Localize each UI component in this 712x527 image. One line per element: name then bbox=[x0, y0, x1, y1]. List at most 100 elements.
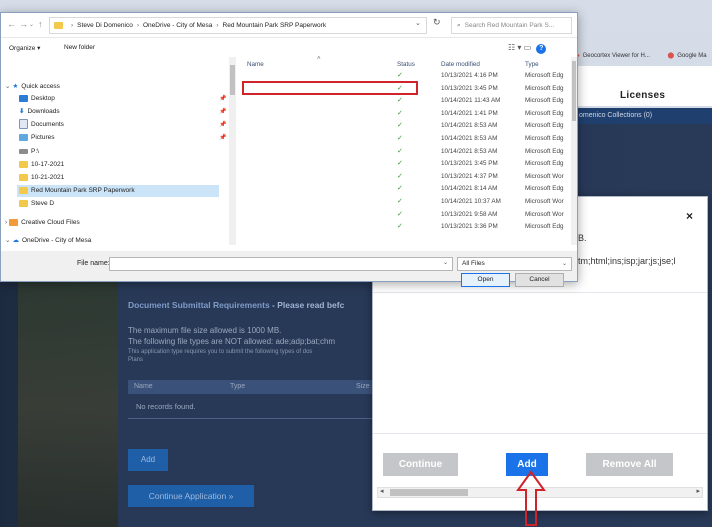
synced-check-icon: ✓ bbox=[397, 172, 403, 180]
chevron-down-icon[interactable]: ⌄ bbox=[5, 237, 10, 244]
pin-icon: 📌 bbox=[219, 122, 227, 128]
file-date: 10/14/2021 1:41 PM bbox=[441, 109, 498, 117]
nav-item-steve-d[interactable]: Steve D bbox=[19, 198, 54, 210]
breadcrumb-onedrive[interactable]: OneDrive - City of Mesa bbox=[143, 22, 212, 29]
chevron-down-icon[interactable]: ⌄ bbox=[443, 259, 448, 266]
cancel-button[interactable]: Cancel bbox=[515, 273, 564, 287]
file-type: Microsoft Wor bbox=[525, 198, 564, 205]
synced-check-icon: ✓ bbox=[397, 97, 403, 105]
file-date: 10/13/2021 3:45 PM bbox=[441, 84, 498, 92]
file-row[interactable]: PDFCustomer_Checklist✓10/13/2021 3:45 PM… bbox=[241, 159, 571, 170]
remove-all-button[interactable]: Remove All bbox=[586, 453, 673, 476]
breadcrumb-folder[interactable]: Red Mountain Park SRP Paperwork bbox=[223, 22, 327, 29]
arrow-up-icon bbox=[516, 470, 546, 526]
back-arrow-icon[interactable]: ← bbox=[7, 19, 16, 29]
nav-item-documents[interactable]: Documents bbox=[19, 119, 64, 131]
site-title[interactable]: Licenses bbox=[620, 90, 665, 101]
col-header-date-modified[interactable]: Date modified bbox=[441, 61, 480, 68]
pin-icon: 📌 bbox=[219, 96, 227, 102]
file-row[interactable]: WRed Mountain Park Expansion billing eut… bbox=[241, 197, 571, 208]
file-list-scrollbar[interactable] bbox=[571, 57, 577, 245]
up-arrow-icon[interactable]: ↑ bbox=[38, 19, 43, 29]
nav-item-10-21-2021[interactable]: 10-21-2021 bbox=[19, 172, 64, 184]
nav-item-downloads[interactable]: ⬇ Downloads bbox=[19, 106, 60, 118]
file-row[interactable]: WLoad Summary✓10/13/2021 4:37 PMMicrosof… bbox=[241, 172, 571, 183]
pin-icon: 📌 bbox=[219, 135, 227, 141]
file-type-select[interactable]: All Files ⌄ bbox=[457, 257, 572, 271]
search-icon: ⌕ bbox=[457, 22, 461, 29]
file-row[interactable]: PDFPages from CP0932_RMP Exp_90p_Electri… bbox=[241, 184, 571, 195]
sort-up-icon: ˄ bbox=[317, 55, 321, 62]
forward-arrow-icon[interactable]: → bbox=[19, 19, 28, 29]
file-date: 10/14/2021 11:43 AM bbox=[441, 97, 501, 105]
documents-icon bbox=[19, 119, 28, 130]
file-row[interactable]: WSample letter for billing authorization… bbox=[241, 210, 571, 221]
file-name-input[interactable] bbox=[109, 257, 453, 271]
pin-icon: 📌 bbox=[219, 109, 227, 115]
file-row[interactable]: PDFCP0932_RMP Exp_90p Specs_review✓10/14… bbox=[241, 121, 571, 132]
scrollbar-thumb[interactable] bbox=[230, 65, 235, 95]
nav-item-quick-access[interactable]: ⌄ ★ Quick access bbox=[5, 81, 60, 93]
bookmarks-bar: ◆Geocortex Viewer for H... ⬤Google Ma bbox=[575, 52, 712, 66]
file-row[interactable]: PDFCP0932_RMP Exp_90p_Book1_review✓10/14… bbox=[241, 134, 571, 145]
bookmark-geocortex[interactable]: ◆Geocortex Viewer for H... bbox=[575, 53, 658, 59]
highlight-annotation bbox=[242, 81, 418, 95]
file-date: 10/13/2021 4:16 PM bbox=[441, 72, 498, 79]
organize-button[interactable]: Organize ▾ bbox=[9, 44, 40, 52]
grid-col-size[interactable]: Size bbox=[356, 380, 370, 394]
file-type: Microsoft Edg bbox=[525, 223, 564, 231]
chevron-down-icon[interactable]: ⌄ bbox=[5, 83, 10, 90]
nav-item-creative-cloud[interactable]: › Creative Cloud Files bbox=[5, 217, 80, 229]
file-type: Microsoft Edg bbox=[525, 109, 564, 117]
file-type: Microsoft Edg bbox=[525, 147, 564, 155]
grid-divider bbox=[128, 418, 378, 419]
nav-pane-scrollbar[interactable] bbox=[229, 57, 236, 245]
file-row[interactable]: PDFCP0932 Red Mountain Park Expansion SR… bbox=[241, 109, 571, 120]
search-input[interactable]: ⌕ Search Red Mountain Park S... bbox=[451, 17, 572, 34]
new-folder-button[interactable]: New folder bbox=[64, 44, 95, 51]
grid-col-name[interactable]: Name bbox=[134, 380, 153, 394]
nav-item-red-mountain-park[interactable]: Red Mountain Park SRP Paperwork bbox=[17, 185, 219, 197]
scroll-right-icon[interactable]: ▸ bbox=[696, 487, 700, 495]
drive-icon bbox=[19, 148, 28, 154]
chevron-right-icon: › bbox=[216, 22, 219, 29]
nav-item-pictures[interactable]: Pictures bbox=[19, 132, 54, 144]
scroll-left-icon[interactable]: ◂ bbox=[380, 487, 384, 495]
help-icon[interactable]: ? bbox=[536, 44, 547, 54]
file-date: 10/14/2021 8:14 AM bbox=[441, 185, 498, 193]
refresh-icon[interactable]: ↻ bbox=[433, 17, 441, 28]
col-header-status[interactable]: Status bbox=[397, 61, 415, 68]
open-button[interactable]: Open bbox=[461, 273, 510, 287]
chevron-right-icon[interactable]: › bbox=[5, 219, 7, 226]
folder-icon bbox=[19, 173, 28, 181]
address-dropdown-icon[interactable]: ⌄ bbox=[415, 19, 421, 27]
scrollbar-thumb[interactable] bbox=[390, 489, 468, 496]
file-row[interactable]: PDFSample_Contract✓10/13/2021 3:36 PMMic… bbox=[241, 222, 571, 233]
recent-dropdown-icon[interactable]: ⌄ bbox=[29, 21, 34, 28]
nav-item-10-17-2021[interactable]: 10-17-2021 bbox=[19, 159, 64, 171]
sub-nav-text[interactable]: omenico Collections (0) bbox=[579, 112, 652, 119]
file-row[interactable]: PDFCP0834Q504 Water Main Replacements ..… bbox=[241, 96, 571, 107]
view-options-icon[interactable]: ☷ ▾ bbox=[508, 43, 521, 52]
doc-submittal-title: Document Submittal Requirements - Please… bbox=[128, 300, 345, 310]
continue-application-button[interactable]: Continue Application » bbox=[128, 485, 254, 507]
file-row[interactable]: PDFChecklistAndRequestForDesign 10-13-20… bbox=[241, 71, 571, 82]
nav-item-p-drive[interactable]: P:\ bbox=[19, 146, 39, 158]
synced-check-icon: ✓ bbox=[397, 210, 403, 218]
nav-item-onedrive[interactable]: ⌄ ☁ OneDrive - City of Mesa bbox=[5, 235, 91, 247]
grid-col-type[interactable]: Type bbox=[230, 380, 245, 394]
breadcrumb-user[interactable]: Steve Di Domenico bbox=[77, 22, 133, 29]
synced-check-icon: ✓ bbox=[397, 122, 403, 130]
col-header-type[interactable]: Type bbox=[525, 61, 539, 68]
bookmark-google-maps[interactable]: ⬤ Google Ma bbox=[668, 53, 712, 59]
documents-grid-header: Name Type Size bbox=[128, 380, 378, 394]
page-add-button[interactable]: Add bbox=[128, 449, 168, 471]
address-bar[interactable]: › Steve Di Domenico › OneDrive - City of Me… bbox=[49, 17, 427, 34]
preview-pane-icon[interactable]: ▭ bbox=[524, 43, 532, 52]
col-header-name[interactable]: Name bbox=[247, 61, 264, 68]
nav-item-desktop[interactable]: Desktop bbox=[19, 93, 55, 105]
continue-button[interactable]: Continue bbox=[383, 453, 458, 476]
file-row[interactable]: PDFCP0932_RMP Exp_90p_Book2_review✓10/14… bbox=[241, 147, 571, 158]
scrollbar-thumb[interactable] bbox=[572, 61, 576, 121]
close-icon[interactable]: × bbox=[686, 209, 693, 223]
